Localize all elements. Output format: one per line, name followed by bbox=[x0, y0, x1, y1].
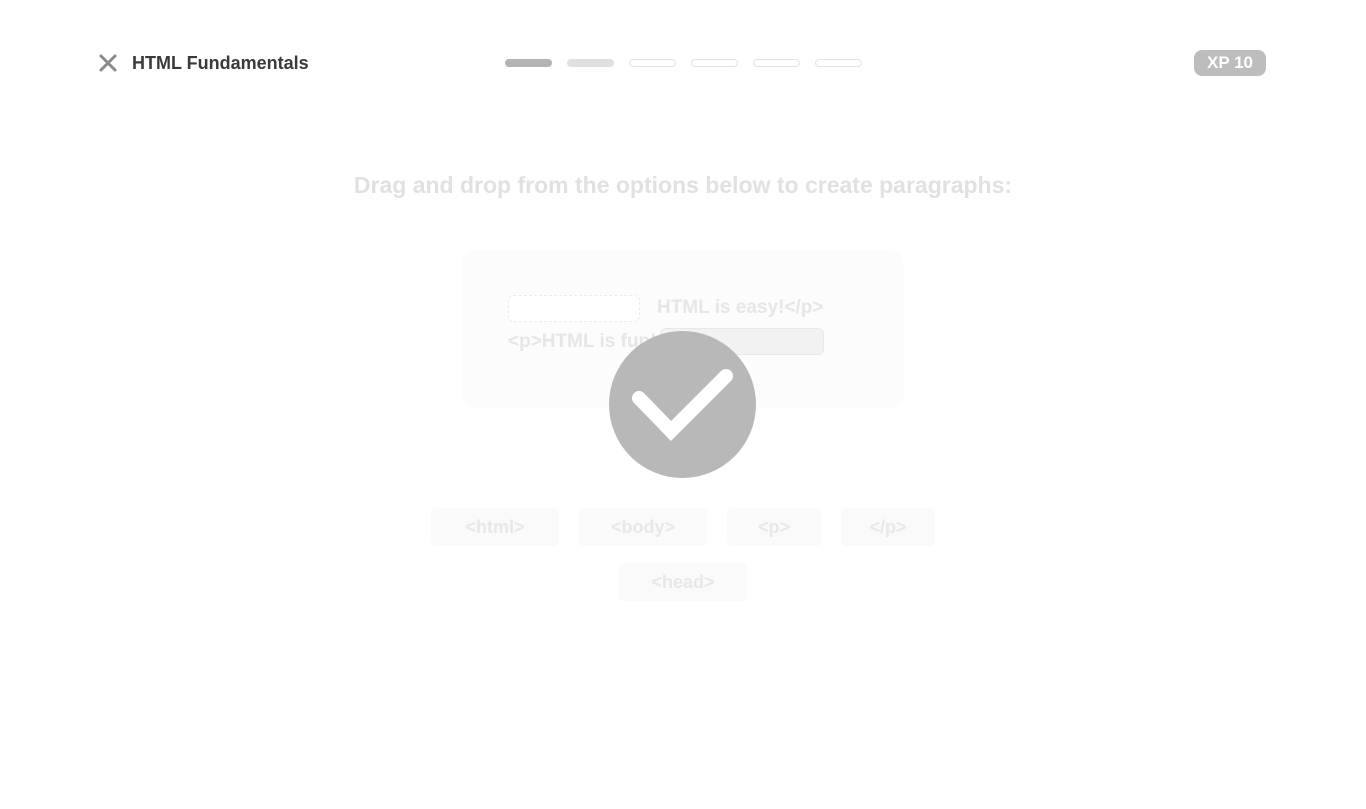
drop-slot-1[interactable] bbox=[508, 295, 640, 322]
lesson-page: HTML Fundamentals XP 10 Drag and drop fr… bbox=[0, 0, 1366, 809]
code-line-1-text: HTML is easy!</p> bbox=[657, 297, 824, 318]
option-head-tag[interactable]: <head> bbox=[619, 563, 747, 601]
exercise-prompt: Drag and drop from the options below to … bbox=[353, 172, 1013, 198]
option-body-tag[interactable]: <body> bbox=[579, 508, 707, 546]
checkmark-icon bbox=[632, 369, 733, 441]
option-html-tag[interactable]: <html> bbox=[431, 508, 559, 546]
option-p-open-tag[interactable]: <p> bbox=[727, 508, 821, 546]
success-overlay bbox=[609, 331, 756, 478]
option-p-close-tag[interactable]: </p> bbox=[841, 508, 935, 546]
